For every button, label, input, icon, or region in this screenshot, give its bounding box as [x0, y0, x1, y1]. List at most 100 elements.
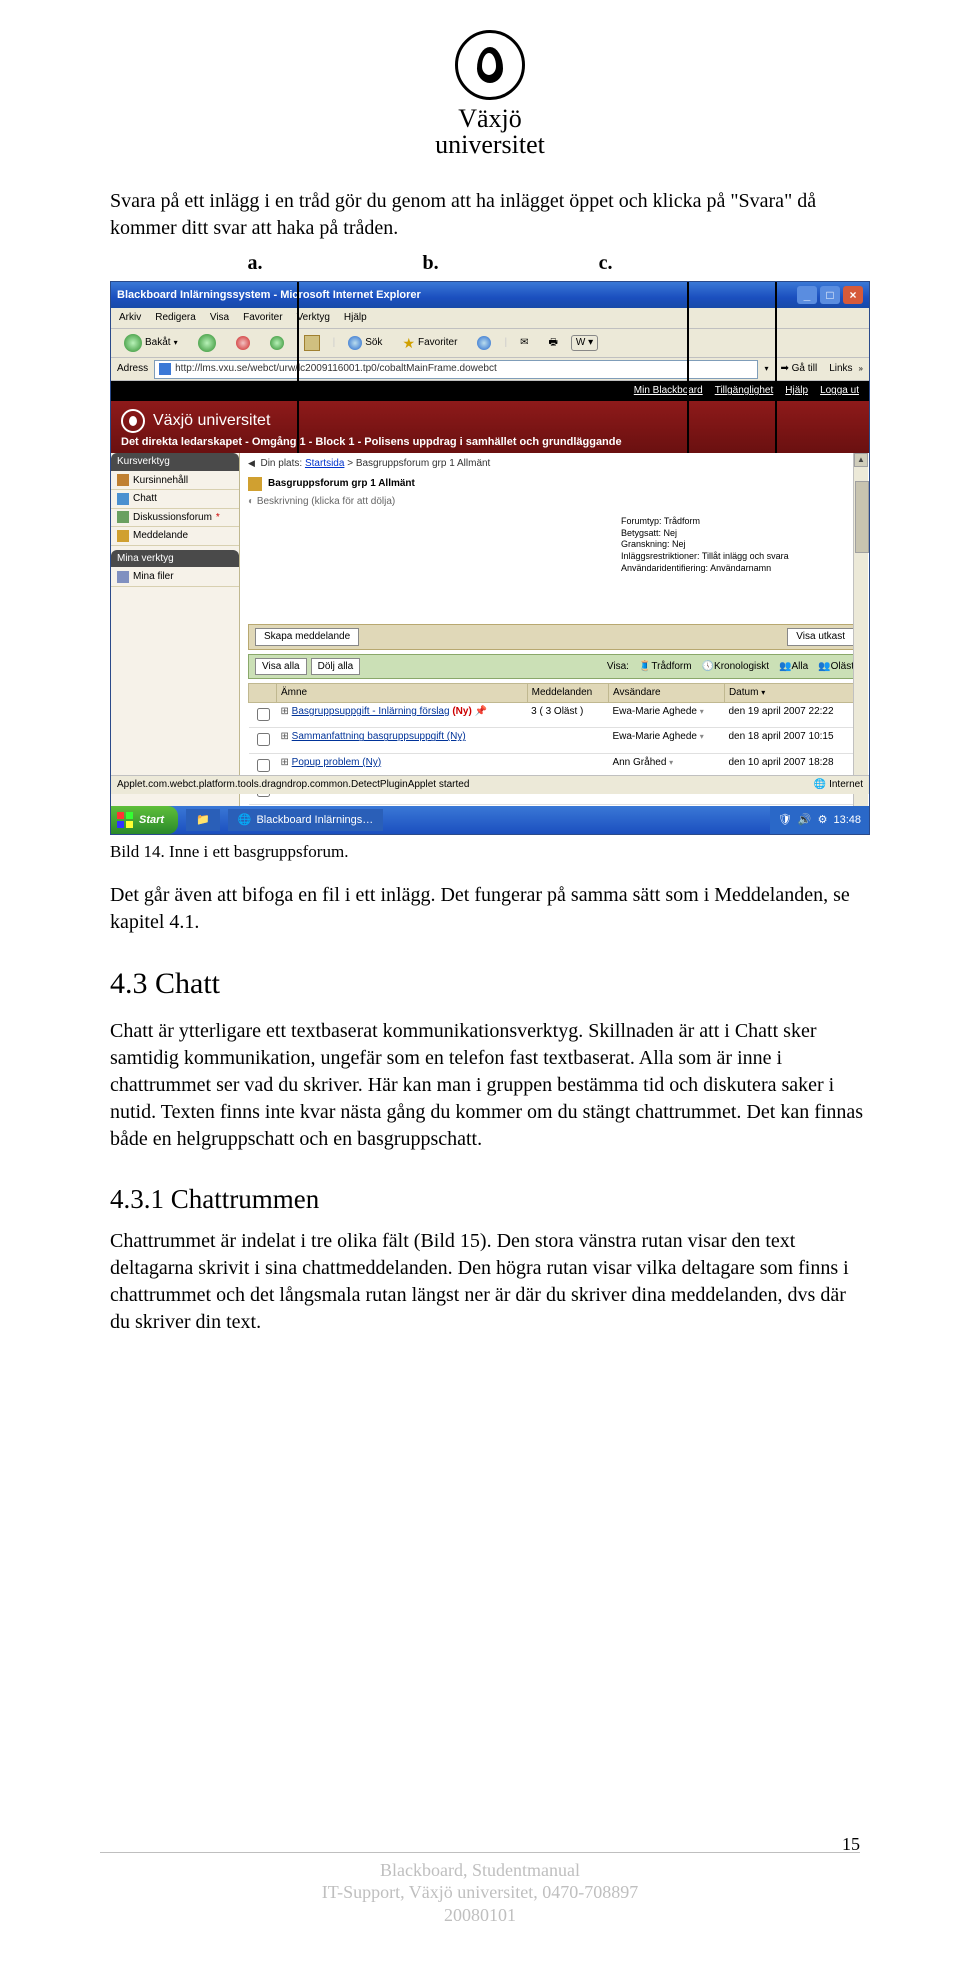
page-icon	[159, 363, 171, 375]
subsection-heading-4-3-1: 4.3.1 Chattrummen	[110, 1181, 870, 1217]
status-bar: Applet.com.webct.platform.tools.dragndro…	[111, 775, 869, 794]
row-checkbox[interactable]	[257, 733, 270, 746]
thread-link[interactable]: Basgruppsuppgift - Inlärning förslag	[292, 706, 450, 717]
uni-logo-icon	[121, 409, 145, 433]
minimize-icon[interactable]: _	[797, 286, 817, 304]
scrollbar[interactable]: ▲ ▼	[853, 453, 868, 823]
logo-icon	[455, 30, 525, 100]
logo-block: Växjö universitet	[110, 30, 870, 158]
address-url: http://lms.vxu.se/webct/urw/lc2009116001…	[175, 362, 497, 376]
tray-icon[interactable]: ⚙	[818, 813, 828, 828]
stop-button[interactable]	[229, 333, 257, 353]
expand-icon[interactable]: ⊞	[281, 706, 289, 717]
windows-icon	[117, 812, 133, 828]
toolbar: Bakåt▾ | Sök ★Favoriter | ✉ 🖶 W ▾	[111, 329, 869, 358]
blackboard-topnav: Min Blackboard Tillgänglighet Hjälp Logg…	[111, 381, 869, 401]
sidebar-item[interactable]: Kursinnehåll	[111, 472, 239, 491]
topnav-link[interactable]: Min Blackboard	[634, 384, 703, 398]
label-c: c.	[599, 250, 613, 277]
forward-button[interactable]	[191, 331, 223, 355]
system-tray[interactable]: 🛡 🔊 ⚙ 13:48	[770, 806, 869, 834]
breadcrumb-link[interactable]: Startsida	[305, 458, 344, 469]
taskbar: Start 📁 🌐Blackboard Inlärnings… 🛡 🔊 ⚙ 13…	[111, 806, 869, 834]
menu-item[interactable]: Verktyg	[297, 311, 330, 325]
close-icon[interactable]: ×	[843, 286, 863, 304]
filter-all-button[interactable]: 👥Alla	[779, 660, 808, 674]
logo-text: Växjö universitet	[110, 106, 870, 158]
window-titlebar: Blackboard Inlärningssystem - Microsoft …	[111, 282, 869, 308]
search-button[interactable]: Sök	[341, 333, 389, 353]
word-icon[interactable]: W ▾	[571, 335, 598, 351]
taskbar-task[interactable]: 📁	[186, 809, 220, 831]
uni-name: Växjö universitet	[153, 410, 270, 432]
taskbar-task[interactable]: 🌐Blackboard Inlärnings…	[228, 809, 384, 831]
forum-icon	[248, 477, 262, 491]
back-button[interactable]: Bakåt▾	[117, 331, 185, 355]
topnav-link[interactable]: Logga ut	[820, 384, 859, 398]
folder-icon	[117, 474, 129, 486]
sidebar-item[interactable]: Chatt	[111, 490, 239, 509]
expand-icon[interactable]: ⊞	[281, 731, 289, 742]
col-subject[interactable]: Ämne	[277, 684, 528, 703]
sidebar-item[interactable]: Meddelande	[111, 527, 239, 546]
menu-item[interactable]: Visa	[210, 311, 229, 325]
sidebar-item[interactable]: Diskussionsforum*	[111, 509, 239, 528]
scroll-up-icon[interactable]: ▲	[854, 453, 868, 467]
footer-line: IT-Support, Växjö universitet, 0470-7088…	[0, 1881, 960, 1904]
col-date[interactable]: Datum ▾	[724, 684, 860, 703]
footer-divider	[100, 1852, 860, 1853]
address-field[interactable]: http://lms.vxu.se/webct/urw/lc2009116001…	[154, 360, 758, 379]
menu-item[interactable]: Hjälp	[344, 311, 367, 325]
row-checkbox[interactable]	[257, 708, 270, 721]
favorites-button[interactable]: ★Favoriter	[395, 331, 464, 356]
address-bar: Adress http://lms.vxu.se/webct/urw/lc200…	[111, 358, 869, 381]
view-chrono-button[interactable]: 🕔Kronologiskt	[702, 660, 769, 674]
show-all-button[interactable]: Visa alla	[255, 658, 307, 676]
maximize-icon[interactable]: □	[820, 286, 840, 304]
course-header: Växjö universitet Det direkta ledarskape…	[111, 401, 869, 453]
col-messages[interactable]: Meddelanden	[527, 684, 608, 703]
logo-line2: universitet	[110, 132, 870, 158]
intro-paragraph: Svara på ett inlägg i en tråd gör du gen…	[110, 188, 870, 242]
figure-caption: Bild 14. Inne i ett basgruppsforum.	[110, 841, 870, 864]
menu-item[interactable]: Favoriter	[243, 311, 282, 325]
breadcrumb: ◀ Din plats: Startsida > Basgruppsforum …	[240, 453, 869, 475]
menu-item[interactable]: Redigera	[155, 311, 196, 325]
print-icon[interactable]: 🖶	[541, 333, 564, 353]
clock: 13:48	[833, 813, 861, 828]
hide-all-button[interactable]: Dölj alla	[311, 658, 361, 676]
table-row: ⊞ Sammanfattning basgruppsuppgift (Ny)Ew…	[249, 728, 861, 754]
go-button[interactable]: ➡ Gå till	[774, 362, 823, 376]
col-sender[interactable]: Avsändare	[608, 684, 724, 703]
start-button[interactable]: Start	[111, 806, 178, 834]
scroll-thumb[interactable]	[855, 481, 869, 553]
action-bar: Skapa meddelande Visa utkast	[248, 624, 861, 650]
status-zone: 🌐 Internet	[814, 778, 863, 792]
topnav-link[interactable]: Tillgänglighet	[715, 384, 774, 398]
home-button[interactable]	[297, 332, 327, 354]
sender: Ewa-Marie Aghede ▾	[608, 702, 724, 728]
forum-description-toggle[interactable]: ◐ Beskrivning (klicka för att dölja)	[240, 493, 869, 511]
tray-icon[interactable]: 🛡	[778, 813, 792, 828]
links-label[interactable]: Links	[829, 362, 852, 376]
menu-item[interactable]: Arkiv	[119, 311, 141, 325]
sidebar-item[interactable]: Mina filer	[111, 568, 239, 587]
history-icon[interactable]	[470, 333, 498, 353]
chat-icon	[117, 493, 129, 505]
show-drafts-button[interactable]: Visa utkast	[787, 628, 854, 646]
row-checkbox[interactable]	[257, 759, 270, 772]
refresh-button[interactable]	[263, 333, 291, 353]
topnav-link[interactable]: Hjälp	[785, 384, 808, 398]
filter-unread-button[interactable]: 👥Oläst	[818, 660, 854, 674]
thread-link[interactable]: Sammanfattning basgruppsuppgift (Ny)	[292, 731, 466, 742]
tray-icon[interactable]: 🔊	[798, 813, 812, 828]
message-icon	[117, 530, 129, 542]
thread-link[interactable]: Popup problem (Ny)	[292, 757, 381, 768]
mail-icon[interactable]: ✉	[513, 333, 535, 353]
expand-icon[interactable]: ⊞	[281, 757, 289, 768]
sidebar-heading: Kursverktyg	[111, 453, 239, 471]
view-thread-button[interactable]: 🧵Trådform	[639, 660, 692, 674]
logo-line1: Växjö	[110, 106, 870, 132]
create-message-button[interactable]: Skapa meddelande	[255, 628, 359, 646]
sidebar-heading: Mina verktyg	[111, 550, 239, 568]
